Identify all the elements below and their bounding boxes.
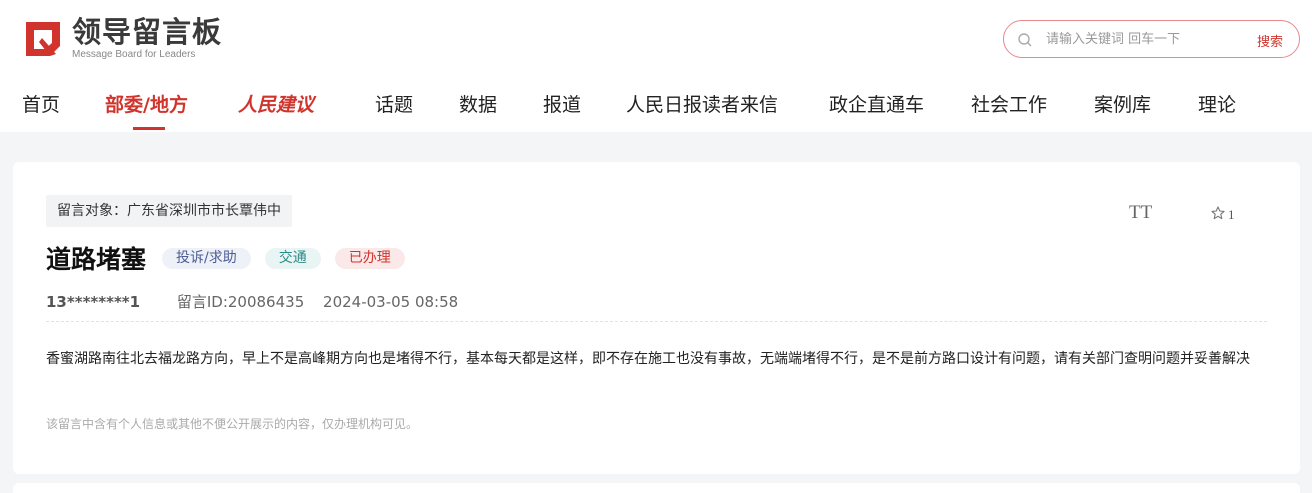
search-button[interactable]: 搜索 — [1257, 31, 1283, 50]
nav-item-reports[interactable]: 报道 — [543, 90, 581, 117]
message-time: 2024-03-05 08:58 — [323, 293, 459, 311]
logo-subtitle: Message Board for Leaders — [72, 49, 196, 60]
logo-title: 领导留言板 — [72, 15, 223, 49]
star-icon — [1211, 205, 1225, 224]
nav-item-case-library[interactable]: 案例库 — [1094, 90, 1151, 117]
nav-active-indicator — [133, 127, 165, 130]
status-badge: 已办理 — [334, 247, 405, 269]
message-meta: 13********1 留言ID:20086435 2024-03-05 08:… — [46, 291, 458, 312]
site-header: 领导留言板 Message Board for Leaders 搜索 首页 部委… — [0, 0, 1312, 132]
nav-item-enterprise-direct[interactable]: 政企直通车 — [829, 90, 924, 117]
font-size-toggle[interactable]: TT — [1129, 202, 1152, 224]
message-content: 香蜜湖路南往北去福龙路方向，早上不是高峰期方向也是堵得不行，基本每天都是这样，即… — [46, 351, 1250, 367]
message-title: 道路堵塞 — [46, 245, 147, 274]
privacy-notice: 该留言中含有个人信息或其他不便公开展示的内容，仅办理机构可见。 — [46, 417, 419, 431]
message-id: 留言ID:20086435 — [176, 293, 305, 311]
logo-mark-icon — [22, 18, 64, 60]
nav-item-theory[interactable]: 理论 — [1198, 90, 1236, 117]
divider — [46, 321, 1267, 322]
field-badge: 交通 — [264, 247, 321, 269]
author-id: 13********1 — [46, 293, 141, 311]
favorite-count: 1 — [1228, 206, 1235, 222]
nav-item-data[interactable]: 数据 — [459, 90, 497, 117]
nav-item-ministries-local[interactable]: 部委/地方 — [105, 90, 188, 117]
nav-item-readers-letters[interactable]: 人民日报读者来信 — [626, 90, 778, 117]
search-box: 搜索 — [1003, 20, 1300, 58]
title-row: 道路堵塞 投诉/求助 交通 已办理 — [46, 240, 405, 276]
search-icon — [1017, 32, 1033, 48]
favorite-button[interactable]: 1 — [1211, 205, 1235, 224]
site-logo[interactable]: 领导留言板 Message Board for Leaders — [22, 16, 232, 62]
nav-item-topics[interactable]: 话题 — [375, 90, 413, 117]
search-input[interactable] — [1046, 27, 1236, 51]
nav-item-people-suggestions[interactable]: 人民建议 — [238, 90, 314, 117]
next-card-edge — [13, 483, 1300, 493]
nav-item-home[interactable]: 首页 — [22, 90, 60, 117]
main-nav: 首页 部委/地方 人民建议 话题 数据 报道 人民日报读者来信 政企直通车 社会… — [0, 82, 1312, 132]
message-card: 留言对象：广东省深圳市市长覃伟中 TT 1 道路堵塞 投诉/求助 交通 已办理 … — [13, 162, 1300, 474]
nav-item-social-work[interactable]: 社会工作 — [971, 90, 1047, 117]
category-badge: 投诉/求助 — [162, 247, 251, 269]
message-target: 留言对象：广东省深圳市市长覃伟中 — [46, 195, 292, 227]
